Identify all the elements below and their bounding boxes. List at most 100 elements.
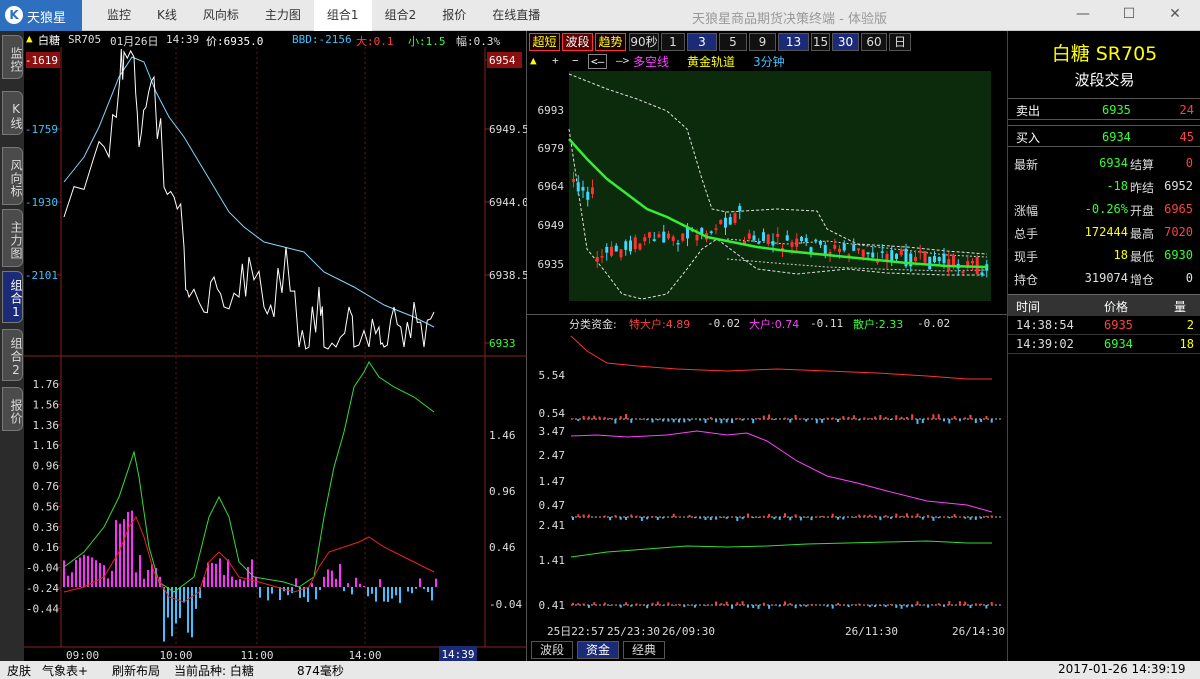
tick-row: 14:38:54 6935 2 — [1008, 316, 1200, 335]
period-button[interactable]: 15 — [811, 33, 830, 51]
period-button[interactable]: 30 — [832, 33, 859, 51]
retail-line — [570, 540, 992, 558]
menu-main-chart[interactable]: 主力图 — [252, 0, 314, 31]
candle-body — [890, 250, 894, 262]
tab-classic[interactable]: 经典 — [623, 641, 665, 659]
menu-live[interactable]: 在线直播 — [479, 0, 553, 31]
candle-body — [852, 244, 856, 251]
timeshare-chart[interactable]: -1619 -1759 -1930 -2101 6954 6949.5 6944.0 6938… — [24, 47, 527, 661]
period-button[interactable]: 60 — [861, 33, 887, 51]
big-trader-line — [570, 430, 993, 513]
skin-button[interactable]: 皮肤 — [7, 662, 31, 679]
menu-combo2[interactable]: 组合2 — [372, 0, 430, 31]
candle-body — [610, 246, 613, 256]
big-change: -0.11 — [810, 317, 844, 330]
refresh-layout-button[interactable]: 刷新布局 — [112, 662, 160, 679]
funds-header: 分类资金: 特大户:4.89 -0.02 大户:0.74 -0.11 散户:2.… — [527, 315, 1007, 331]
candle-body — [866, 252, 870, 255]
maximize-button[interactable]: ☐ — [1106, 0, 1152, 31]
stat-value: 0 — [1185, 271, 1193, 285]
weather-button[interactable]: 气象表+ — [42, 662, 88, 679]
period-button[interactable]: 5 — [719, 33, 747, 51]
stat-value: 7020 — [1164, 225, 1193, 239]
period-button[interactable]: 超短 — [529, 33, 560, 51]
zoom-in-button[interactable]: + — [552, 54, 559, 67]
funds-chart[interactable]: 5.54 0.54 3.47 2.47 1.47 0.47 2.41 1.41 0.41 25日2… — [527, 331, 1007, 643]
funds-axis-label: 3.47 — [539, 425, 566, 438]
period-button[interactable]: 9 — [749, 33, 776, 51]
funds-x-label: 26/09:30 — [662, 625, 715, 638]
candle-body — [838, 248, 841, 253]
arrow-up-icon[interactable]: ▲ — [530, 54, 537, 67]
tick-volume: 2 — [1186, 318, 1194, 332]
candle-body — [923, 251, 927, 263]
lower-left-axis-label: -0.44 — [26, 602, 59, 615]
tab-monitor[interactable]: 监控 — [2, 35, 23, 79]
menu-quotes[interactable]: 报价 — [429, 0, 479, 31]
status-datetime: 2017-01-26 14:39:19 — [1058, 662, 1186, 676]
special-big-value: 特大户:4.89 — [629, 318, 691, 331]
candle-body — [980, 272, 984, 276]
lower-left-axis-label: 1.76 — [33, 378, 60, 391]
period-button[interactable]: 90秒 — [629, 33, 659, 51]
tab-combo2[interactable]: 组合2 — [2, 329, 23, 381]
minimize-button[interactable]: — — [1060, 0, 1106, 31]
cursor-time-label: 14:39 — [441, 648, 474, 661]
kline-chart[interactable]: 6993 6979 6964 6949 6935 — [527, 69, 1007, 315]
candle-body — [728, 217, 732, 225]
tab-funds[interactable]: 资金 — [577, 641, 619, 659]
candle-body — [600, 255, 604, 258]
right-axis-label: 6938.5 — [489, 269, 527, 282]
current-symbol: 当前品种: 白糖 — [174, 664, 254, 678]
lower-left-axis-label: 1.16 — [33, 439, 60, 452]
candle-body — [933, 256, 936, 263]
stat-value: 6965 — [1164, 202, 1193, 216]
tab-quotes[interactable]: 报价 — [2, 387, 23, 431]
menu-kline[interactable]: K线 — [144, 0, 190, 31]
menu-vane[interactable]: 风向标 — [190, 0, 252, 31]
candle-body — [752, 235, 756, 241]
period-button[interactable]: 趋势 — [595, 33, 626, 51]
funds-panel: 分类资金: 特大户:4.89 -0.02 大户:0.74 -0.11 散户:2.… — [527, 315, 1007, 661]
symbol-code: SR705 — [68, 33, 102, 46]
funds-x-label: 26/14:30 — [952, 625, 1005, 638]
bid-volume: 45 — [1179, 130, 1194, 144]
menu-combo1[interactable]: 组合1 — [313, 0, 372, 31]
latency: 874毫秒 — [297, 664, 344, 678]
lower-left-axis-label: 0.76 — [33, 480, 60, 493]
period-button[interactable]: 13 — [778, 33, 809, 51]
candle-body — [638, 243, 642, 250]
funds-x-label: 25日22:57 — [547, 625, 604, 638]
kline-panel: 超短 波段 趋势 90秒 1 3 5 9 13 15 30 60 日 ▲ + − <— —> 多空线 黄… — [527, 31, 1007, 315]
candle-body — [819, 240, 822, 245]
scroll-right-button[interactable]: —> — [616, 54, 629, 67]
tab-combo1[interactable]: 组合1 — [2, 271, 23, 323]
stat-value: 0 — [1185, 156, 1193, 170]
candle-body — [771, 241, 775, 246]
period-button[interactable]: 3 — [687, 33, 717, 51]
retail-value: 散户:2.33 — [853, 318, 904, 331]
scroll-left-button[interactable]: <— — [588, 54, 608, 69]
lower-right-axis-label: 1.46 — [489, 429, 516, 442]
tab-wave[interactable]: 波段 — [531, 641, 573, 659]
tab-main-chart[interactable]: 主力图 — [2, 209, 23, 267]
tab-kline[interactable]: K线 — [2, 91, 23, 135]
candle-body — [928, 256, 932, 270]
candle-body — [861, 249, 865, 257]
candle-body — [676, 242, 680, 245]
kline-y-label: 6964 — [538, 180, 565, 193]
funds-axis-label: 0.47 — [539, 499, 566, 512]
period-button[interactable]: 日 — [889, 33, 911, 51]
ask-volume: 24 — [1179, 103, 1194, 117]
candle-body — [914, 256, 917, 262]
right-axis-label: 6944.0 — [489, 196, 527, 209]
menu-monitor[interactable]: 监控 — [94, 0, 144, 31]
period-button[interactable]: 1 — [661, 33, 685, 51]
candle-body — [714, 228, 718, 230]
zoom-out-button[interactable]: − — [572, 54, 579, 67]
candle-body — [643, 237, 647, 242]
close-button[interactable]: ✕ — [1152, 0, 1198, 31]
left-axis-label: -2101 — [25, 269, 58, 282]
period-button[interactable]: 波段 — [562, 33, 593, 51]
tab-vane[interactable]: 风向标 — [2, 147, 23, 205]
